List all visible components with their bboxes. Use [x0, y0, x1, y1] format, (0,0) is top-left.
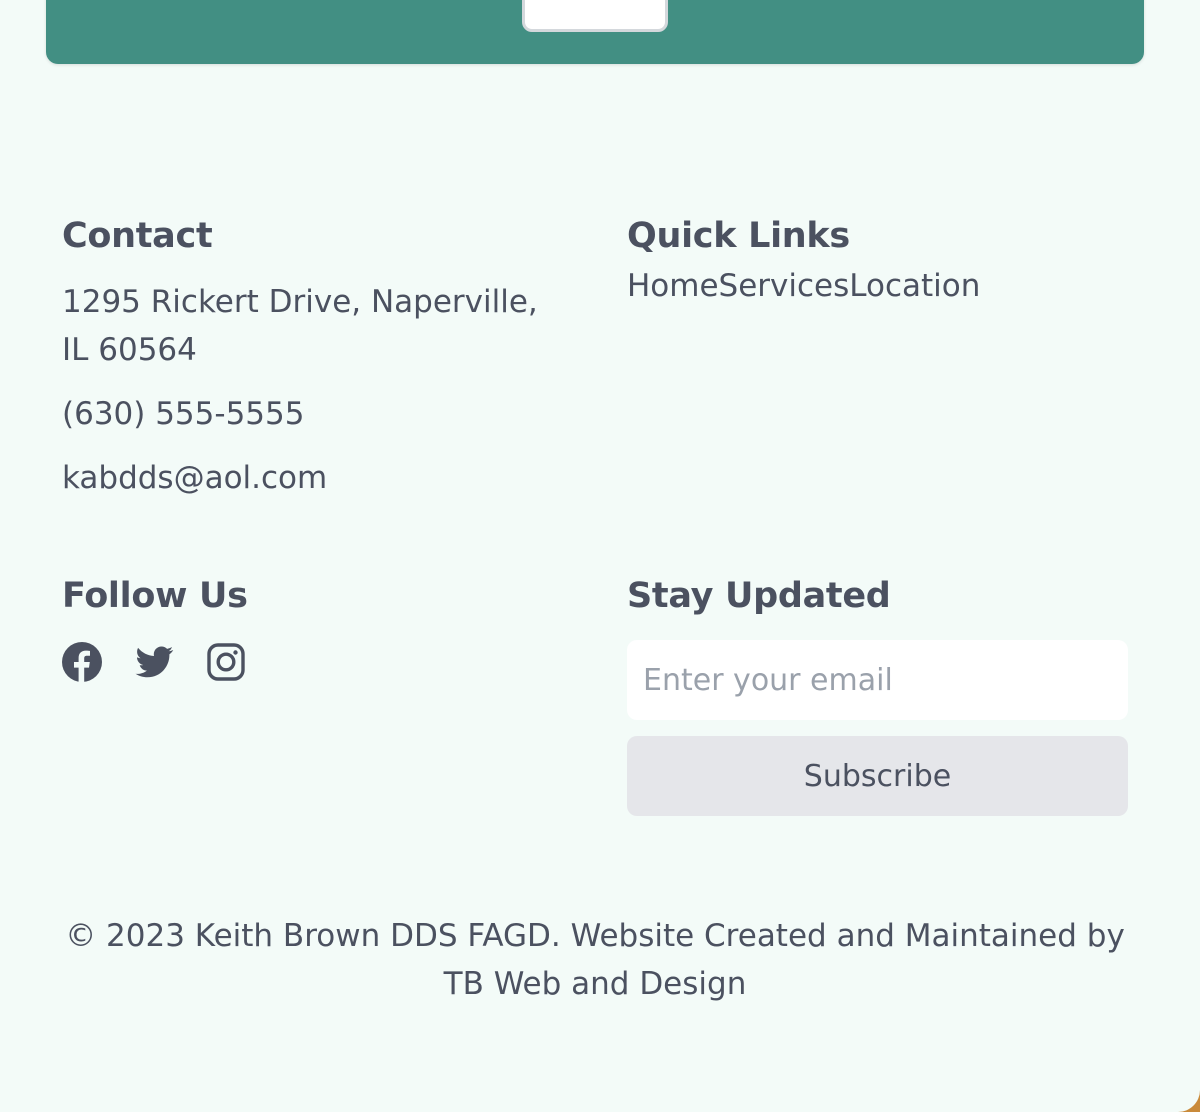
quick-links-heading: Quick Links: [627, 216, 850, 256]
contact-phone: (630) 555-5555: [62, 396, 305, 432]
instagram-icon-graphic: [207, 643, 245, 681]
page: Contact 1295 Rickert Drive, Naperville, …: [0, 0, 1200, 1112]
quick-links-nav: Home Services Location: [627, 266, 1127, 306]
follow-heading: Follow Us: [62, 576, 248, 616]
instagram-icon[interactable]: [206, 642, 246, 682]
quick-links-section: Quick Links Home Services Location: [627, 214, 1127, 306]
email-input[interactable]: [627, 640, 1128, 720]
facebook-icon-graphic: [62, 642, 102, 682]
social-icons: [62, 642, 562, 682]
newsletter-heading: Stay Updated: [627, 576, 891, 616]
quick-link-home[interactable]: Home: [627, 266, 719, 306]
quick-link-services[interactable]: Services: [719, 266, 850, 306]
hero-cta-button[interactable]: [522, 0, 668, 32]
copyright-text: © 2023 Keith Brown DDS FAGD. Website Cre…: [65, 918, 1125, 1002]
facebook-icon[interactable]: [62, 642, 102, 682]
contact-email: kabdds@aol.com: [62, 460, 328, 496]
contact-address: 1295 Rickert Drive, Naperville, IL 60564: [62, 284, 538, 368]
newsletter-section: Stay Updated Subscribe: [627, 574, 1128, 816]
twitter-icon[interactable]: [134, 642, 174, 682]
subscribe-button[interactable]: Subscribe: [627, 736, 1128, 816]
contact-heading: Contact: [62, 216, 213, 256]
quick-link-location[interactable]: Location: [849, 266, 980, 306]
twitter-icon-graphic: [135, 646, 174, 678]
contact-section: Contact 1295 Rickert Drive, Naperville, …: [62, 214, 562, 502]
follow-section: Follow Us: [62, 574, 562, 682]
